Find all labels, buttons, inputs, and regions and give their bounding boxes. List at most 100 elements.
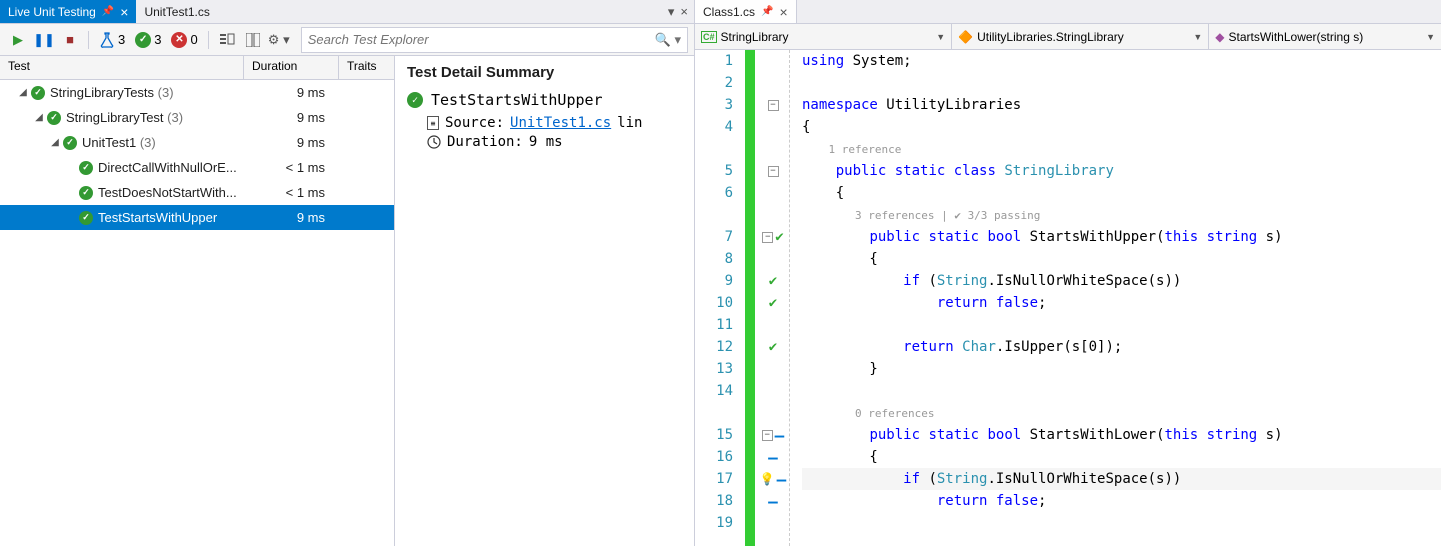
lightbulb-icon[interactable]: 💡 xyxy=(760,472,775,486)
codelens-hint[interactable]: 1 reference xyxy=(802,138,1441,160)
code-line[interactable]: return false; xyxy=(802,490,1441,512)
left-tab-bar: Live Unit Testing 📌 × UnitTest1.cs ▾ × xyxy=(0,0,694,24)
code-line[interactable]: if (String.IsNullOrWhiteSpace(s)) xyxy=(802,468,1441,490)
pass-icon: ✓ xyxy=(135,32,151,48)
code-line[interactable]: } xyxy=(802,358,1441,380)
test-name: UnitTest1 (3) xyxy=(82,135,255,150)
method-icon: ◆ xyxy=(1215,30,1224,44)
fold-icon[interactable]: − xyxy=(762,232,773,243)
chevron-down-icon: ▼ xyxy=(1193,32,1202,42)
code-line[interactable]: public static class StringLibrary xyxy=(802,160,1441,182)
code-line[interactable] xyxy=(802,512,1441,534)
nav-scope[interactable]: C# StringLibrary ▼ xyxy=(695,24,952,49)
layout-icon[interactable] xyxy=(241,28,265,52)
search-input[interactable] xyxy=(308,32,655,47)
nav-bar: C# StringLibrary ▼ 🔶 UtilityLibraries.St… xyxy=(695,24,1441,50)
line-number: 16 xyxy=(695,446,733,468)
settings-icon[interactable]: ⚙ ▾ xyxy=(267,28,291,52)
col-test[interactable]: Test xyxy=(0,56,244,79)
line-number: 12 xyxy=(695,336,733,358)
expand-icon[interactable]: ◢ xyxy=(32,112,46,123)
fold-icon[interactable]: − xyxy=(768,100,779,111)
tab-unittest1[interactable]: UnitTest1.cs xyxy=(136,0,217,23)
pass-icon: ✓ xyxy=(407,92,423,108)
fold-icon[interactable]: − xyxy=(768,166,779,177)
nav-member[interactable]: ◆ StartsWithLower(string s) ▼ xyxy=(1209,24,1441,49)
code-line[interactable]: public static bool StartsWithUpper(this … xyxy=(802,226,1441,248)
fail-icon: ✕ xyxy=(171,32,187,48)
codelens-hint[interactable]: 3 references | ✔ 3/3 passing xyxy=(802,204,1441,226)
fail-counter[interactable]: ✕ 0 xyxy=(167,32,201,48)
tree-row[interactable]: ✓TestDoesNotStartWith... < 1 ms xyxy=(0,180,394,205)
pass-icon: ✓ xyxy=(46,110,62,126)
pin-icon[interactable]: 📌 xyxy=(761,6,773,17)
line-number: 5 xyxy=(695,160,733,182)
code-editor[interactable]: 12345678910111213141516171819 −−−✔✔✔✔−——… xyxy=(695,50,1441,546)
code-line[interactable] xyxy=(802,380,1441,402)
code-line[interactable]: return Char.IsUpper(s[0]); xyxy=(802,336,1441,358)
tree-row[interactable]: ✓TestStartsWithUpper 9 ms xyxy=(0,205,394,230)
test-duration: < 1 ms xyxy=(255,160,335,175)
play-button[interactable]: ▶ xyxy=(6,28,30,52)
code-line[interactable]: if (String.IsNullOrWhiteSpace(s)) xyxy=(802,270,1441,292)
code-line[interactable]: public static bool StartsWithLower(this … xyxy=(802,424,1441,446)
line-number: 18 xyxy=(695,490,733,512)
line-number: 6 xyxy=(695,182,733,204)
tree-row[interactable]: ◢✓UnitTest1 (3)9 ms xyxy=(0,130,394,155)
line-number: 7 xyxy=(695,226,733,248)
test-duration: 9 ms xyxy=(255,135,335,150)
source-label: Source: xyxy=(445,115,504,131)
line-number: 1 xyxy=(695,50,733,72)
line-number: 2 xyxy=(695,72,733,94)
code-line[interactable]: { xyxy=(802,182,1441,204)
window-position-icon[interactable]: ▾ xyxy=(668,4,675,20)
code-line[interactable]: { xyxy=(802,116,1441,138)
close-icon[interactable]: × xyxy=(779,5,787,19)
nav-class[interactable]: 🔶 UtilityLibraries.StringLibrary ▼ xyxy=(952,24,1209,49)
stop-button[interactable]: ■ xyxy=(58,28,82,52)
flask-counter[interactable]: 3 xyxy=(95,32,129,48)
tab-live-unit-testing[interactable]: Live Unit Testing 📌 × xyxy=(0,0,136,23)
codelens-hint[interactable]: 0 references xyxy=(802,402,1441,424)
code-line[interactable] xyxy=(802,314,1441,336)
code-line[interactable]: using System; xyxy=(802,50,1441,72)
right-tab-bar: Class1.cs 📌 × xyxy=(695,0,1441,24)
expand-icon[interactable]: ◢ xyxy=(48,137,62,148)
pin-icon[interactable]: 📌 xyxy=(102,6,114,17)
line-number: 14 xyxy=(695,380,733,402)
code-line[interactable]: { xyxy=(802,248,1441,270)
search-box[interactable]: 🔍 ▾ xyxy=(301,27,688,53)
tree-body[interactable]: ◢✓StringLibraryTests (3)9 ms◢✓StringLibr… xyxy=(0,80,394,546)
playlist-icon[interactable] xyxy=(215,28,239,52)
pause-button[interactable]: ❚❚ xyxy=(32,28,56,52)
code-line[interactable]: namespace UtilityLibraries xyxy=(802,94,1441,116)
line-number: 15 xyxy=(695,424,733,446)
expand-icon[interactable]: ◢ xyxy=(16,87,30,98)
detail-test-name: TestStartsWithUpper xyxy=(431,91,603,109)
col-traits[interactable]: Traits xyxy=(339,56,394,79)
fold-icon[interactable]: − xyxy=(762,430,773,441)
code-line[interactable]: return false; xyxy=(802,292,1441,314)
coverage-none-icon: — xyxy=(777,470,787,489)
close-panel-icon[interactable]: × xyxy=(680,4,688,19)
tab-class1[interactable]: Class1.cs 📌 × xyxy=(695,0,797,23)
test-toolbar: ▶ ❚❚ ■ 3 ✓ 3 ✕ 0 ⚙ ▾ 🔍 ▾ xyxy=(0,24,694,56)
class-icon: 🔶 xyxy=(958,30,973,44)
code-line[interactable] xyxy=(802,72,1441,94)
duration-label: Duration: xyxy=(447,134,523,150)
col-duration[interactable]: Duration xyxy=(244,56,339,79)
tree-row[interactable]: ◢✓StringLibraryTest (3)9 ms xyxy=(0,105,394,130)
tree-row[interactable]: ✓DirectCallWithNullOrE... < 1 ms xyxy=(0,155,394,180)
source-glyph-icon: ≡ xyxy=(427,116,439,130)
source-link[interactable]: UnitTest1.cs xyxy=(510,115,611,131)
search-icon[interactable]: 🔍 ▾ xyxy=(655,32,681,48)
tree-header: Test Duration Traits xyxy=(0,56,394,80)
tree-row[interactable]: ◢✓StringLibraryTests (3)9 ms xyxy=(0,80,394,105)
coverage-pass-icon: ✔ xyxy=(769,295,777,311)
pass-icon: ✓ xyxy=(78,185,94,201)
line-number xyxy=(695,138,733,160)
close-icon[interactable]: × xyxy=(120,5,128,19)
pass-counter[interactable]: ✓ 3 xyxy=(131,32,165,48)
chevron-down-icon: ▼ xyxy=(1426,32,1435,42)
code-line[interactable]: { xyxy=(802,446,1441,468)
